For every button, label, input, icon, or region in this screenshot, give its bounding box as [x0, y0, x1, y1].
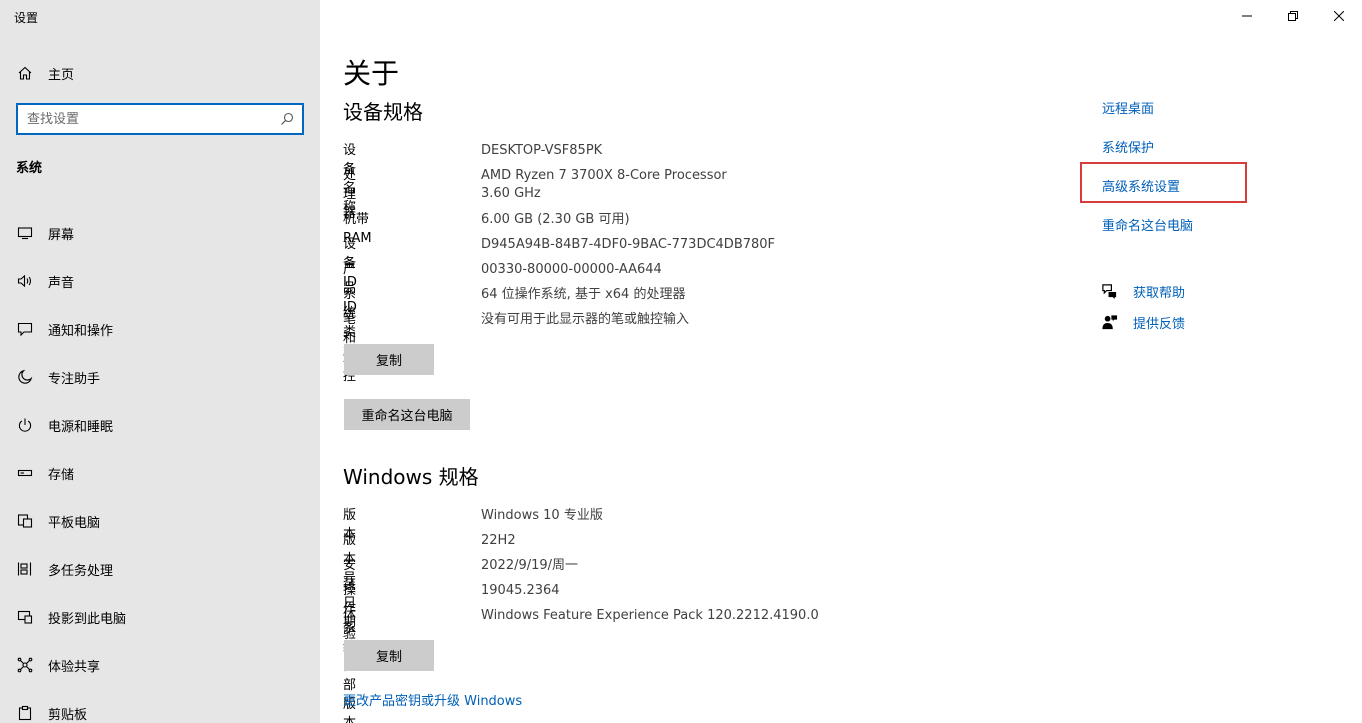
- device-specs-heading: 设备规格: [343, 100, 423, 124]
- sidebar-item-power-sleep[interactable]: 电源和睡眠: [0, 401, 320, 449]
- spec-value: Windows Feature Experience Pack 120.2212…: [481, 608, 819, 623]
- help-chat-icon: [1100, 282, 1118, 300]
- minimize-button[interactable]: [1224, 0, 1270, 32]
- spec-value: 6.00 GB (2.30 GB 可用): [481, 212, 630, 227]
- window-title: 设置: [14, 11, 39, 25]
- multitask-icon: [16, 560, 34, 578]
- get-help-row[interactable]: 获取帮助: [1100, 282, 1185, 301]
- copy-device-specs-button[interactable]: 复制: [344, 344, 434, 375]
- sidebar-item-label: 投影到此电脑: [48, 611, 127, 627]
- spec-value: 64 位操作系统, 基于 x64 的处理器: [481, 287, 686, 302]
- sidebar: 设置 主页 系统 屏幕 声: [0, 0, 320, 723]
- sidebar-item-label: 电源和睡眠: [48, 419, 114, 435]
- spec-value: 没有可用于此显示器的笔或触控输入: [481, 312, 690, 327]
- sidebar-item-clipboard[interactable]: 剪贴板: [0, 689, 320, 723]
- windows-specs-heading: Windows 规格: [343, 465, 479, 489]
- window-controls: [1224, 0, 1362, 32]
- sidebar-item-label: 通知和操作: [48, 323, 114, 339]
- search-box: [16, 103, 304, 135]
- search-icon[interactable]: [280, 112, 294, 126]
- sidebar-item-label: 体验共享: [48, 659, 101, 675]
- feedback-person-icon: [1100, 313, 1118, 331]
- sidebar-item-project-to-pc[interactable]: 投影到此电脑: [0, 593, 320, 641]
- tablet-icon: [16, 512, 34, 530]
- sidebar-item-focus-assist[interactable]: 专注助手: [0, 353, 320, 401]
- rename-pc-link[interactable]: 重命名这台电脑: [1102, 215, 1193, 234]
- sidebar-item-label: 主页: [48, 67, 75, 83]
- spec-key: 体验: [343, 608, 357, 642]
- spec-value: Windows 10 专业版: [481, 508, 603, 523]
- storage-icon: [16, 464, 34, 482]
- sidebar-item-shared-experiences[interactable]: 体验共享: [0, 641, 320, 689]
- monitor-icon: [16, 224, 34, 242]
- copy-windows-specs-button[interactable]: 复制: [344, 640, 434, 671]
- moon-icon: [16, 368, 34, 386]
- remote-desktop-link[interactable]: 远程桌面: [1102, 98, 1154, 117]
- restore-button[interactable]: [1270, 0, 1316, 32]
- spec-value: 00330-80000-00000-AA644: [481, 262, 662, 277]
- give-feedback-link[interactable]: 提供反馈: [1133, 313, 1185, 332]
- notification-icon: [16, 320, 34, 338]
- sidebar-item-label: 专注助手: [48, 371, 101, 387]
- give-feedback-row[interactable]: 提供反馈: [1100, 313, 1185, 332]
- share-icon: [16, 656, 34, 674]
- close-icon: [1334, 11, 1344, 21]
- sidebar-item-label: 剪贴板: [48, 707, 88, 723]
- spec-value: AMD Ryzen 7 3700X 8-Core Processor: [481, 168, 727, 183]
- sidebar-item-label: 屏幕: [48, 227, 75, 243]
- sidebar-item-tablet[interactable]: 平板电脑: [0, 497, 320, 545]
- sidebar-item-multitasking[interactable]: 多任务处理: [0, 545, 320, 593]
- search-input[interactable]: [27, 111, 277, 127]
- sidebar-item-storage[interactable]: 存储: [0, 449, 320, 497]
- clipboard-icon: [16, 704, 34, 722]
- sidebar-item-label: 多任务处理: [48, 563, 114, 579]
- page-title: 关于: [343, 57, 400, 90]
- home-icon: [16, 64, 34, 82]
- sidebar-item-label: 存储: [48, 467, 75, 483]
- spec-value: 19045.2364: [481, 583, 560, 598]
- advanced-system-settings-link[interactable]: 高级系统设置: [1102, 176, 1180, 195]
- system-protection-link[interactable]: 系统保护: [1102, 137, 1154, 156]
- rename-pc-button[interactable]: 重命名这台电脑: [344, 399, 470, 430]
- section-label-system: 系统: [16, 161, 43, 176]
- spec-value: 2022/9/19/周一: [481, 558, 579, 573]
- minimize-icon: [1242, 15, 1252, 17]
- spec-value: DESKTOP-VSF85PK: [481, 143, 603, 158]
- settings-window: 设置 主页 系统 屏幕 声: [0, 0, 1362, 723]
- sidebar-item-notifications[interactable]: 通知和操作: [0, 305, 320, 353]
- spec-value-line2: 3.60 GHz: [481, 186, 541, 201]
- restore-icon: [1288, 11, 1298, 21]
- sidebar-item-sound[interactable]: 声音: [0, 257, 320, 305]
- sidebar-item-label: 声音: [48, 275, 75, 291]
- spec-value: 22H2: [481, 533, 516, 548]
- project-icon: [16, 608, 34, 626]
- sidebar-nav-list: 屏幕 声音 通知和操作 专注助手 电源和睡眠 存储 平板电脑 多任务处理 投影到…: [0, 209, 320, 723]
- sidebar-item-display[interactable]: 屏幕: [0, 209, 320, 257]
- get-help-link[interactable]: 获取帮助: [1133, 282, 1185, 301]
- spec-value: D945A94B-84B7-4DF0-9BAC-773DC4DB780F: [481, 237, 776, 252]
- change-product-key-link[interactable]: 更改产品密钥或升级 Windows: [343, 690, 522, 709]
- power-icon: [16, 416, 34, 434]
- speaker-icon: [16, 272, 34, 290]
- close-button[interactable]: [1316, 0, 1362, 32]
- sidebar-item-home[interactable]: 主页: [0, 58, 320, 88]
- sidebar-item-label: 平板电脑: [48, 515, 101, 531]
